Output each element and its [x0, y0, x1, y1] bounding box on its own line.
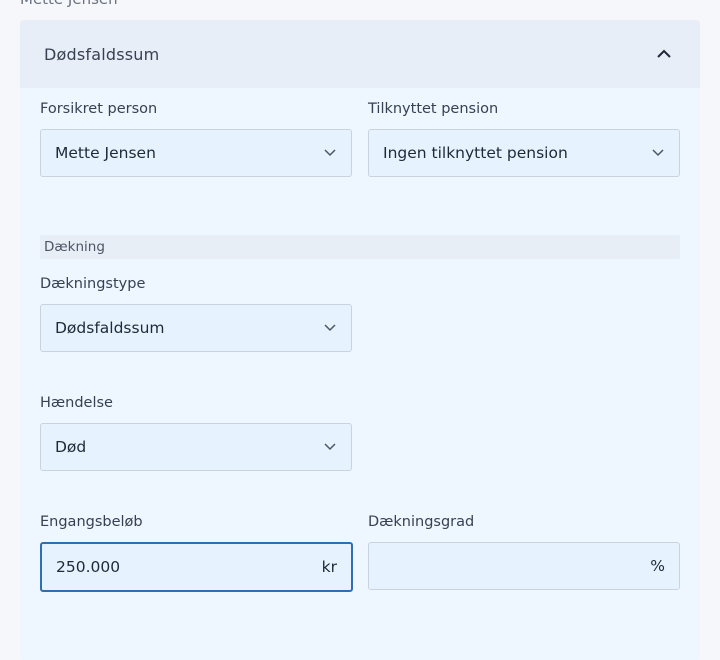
coverage-degree-input[interactable]: % — [368, 542, 680, 590]
lump-sum-label: Engangsbeløb — [40, 514, 143, 530]
insured-person-select[interactable]: Mette Jensen — [40, 129, 352, 177]
coverage-type-select[interactable]: Dødsfaldssum — [40, 304, 352, 352]
chevron-down-icon — [323, 146, 337, 160]
insured-person-label: Forsikret person — [40, 101, 158, 117]
collapse-button[interactable] — [652, 42, 676, 66]
linked-pension-value: Ingen tilknyttet pension — [383, 144, 568, 162]
coverage-section-header: Dækning — [40, 235, 680, 259]
coverage-degree-label: Dækningsgrad — [368, 514, 475, 530]
panel-header[interactable]: Dødsfaldssum — [20, 20, 700, 88]
death-benefit-panel: Dødsfaldssum Forsikret person Mette Jens… — [20, 20, 700, 660]
insured-person-value: Mette Jensen — [55, 144, 156, 162]
chevron-down-icon — [323, 440, 337, 454]
lump-sum-value: 250.000 — [56, 558, 121, 576]
event-value: Død — [55, 438, 87, 456]
insured-name-heading: Mette Jensen — [20, 0, 118, 8]
percent-suffix: % — [650, 557, 665, 575]
chevron-down-icon — [651, 146, 665, 160]
chevron-up-icon — [657, 49, 671, 58]
chevron-down-icon — [323, 321, 337, 335]
lump-sum-input[interactable]: 250.000 kr — [40, 542, 353, 592]
currency-suffix: kr — [321, 558, 337, 576]
linked-pension-label: Tilknyttet pension — [368, 101, 499, 117]
panel-title: Dødsfaldssum — [44, 44, 160, 64]
coverage-type-label: Dækningstype — [40, 276, 146, 292]
event-select[interactable]: Død — [40, 423, 352, 471]
coverage-type-value: Dødsfaldssum — [55, 319, 165, 337]
linked-pension-select[interactable]: Ingen tilknyttet pension — [368, 129, 680, 177]
event-label: Hændelse — [40, 395, 113, 411]
